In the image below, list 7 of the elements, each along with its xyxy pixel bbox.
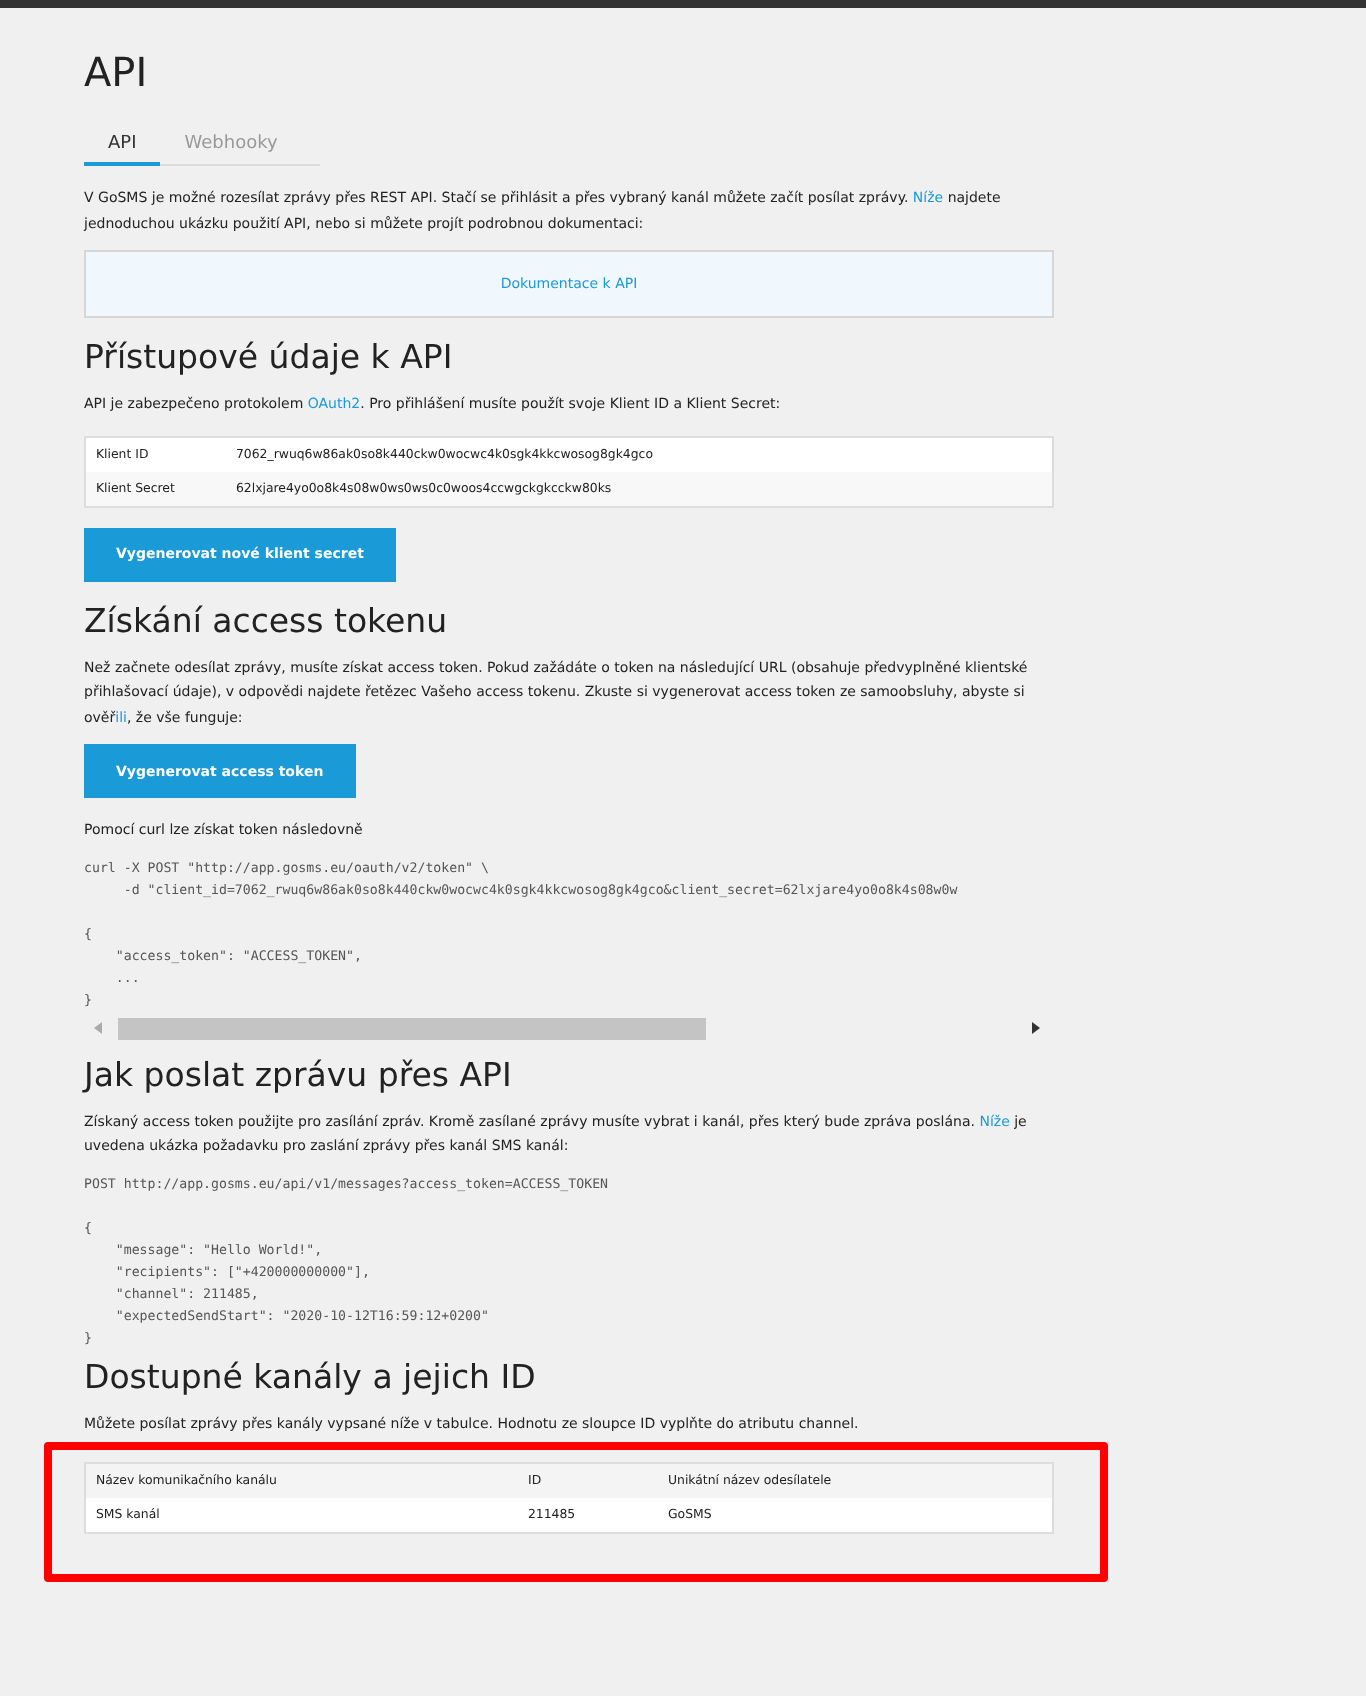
section-heading: Jak poslat zprávu přes API (84, 1055, 514, 1093)
section-heading: Přístupové údaje k API (84, 338, 455, 376)
section-heading: Získání access tokenu (84, 601, 450, 639)
tab[interactable]: Webhooky (160, 128, 302, 166)
tab[interactable]: API (84, 128, 161, 166)
page-title: API (84, 48, 150, 96)
section-heading: Dostupné kanály a jejich ID (84, 1357, 538, 1395)
